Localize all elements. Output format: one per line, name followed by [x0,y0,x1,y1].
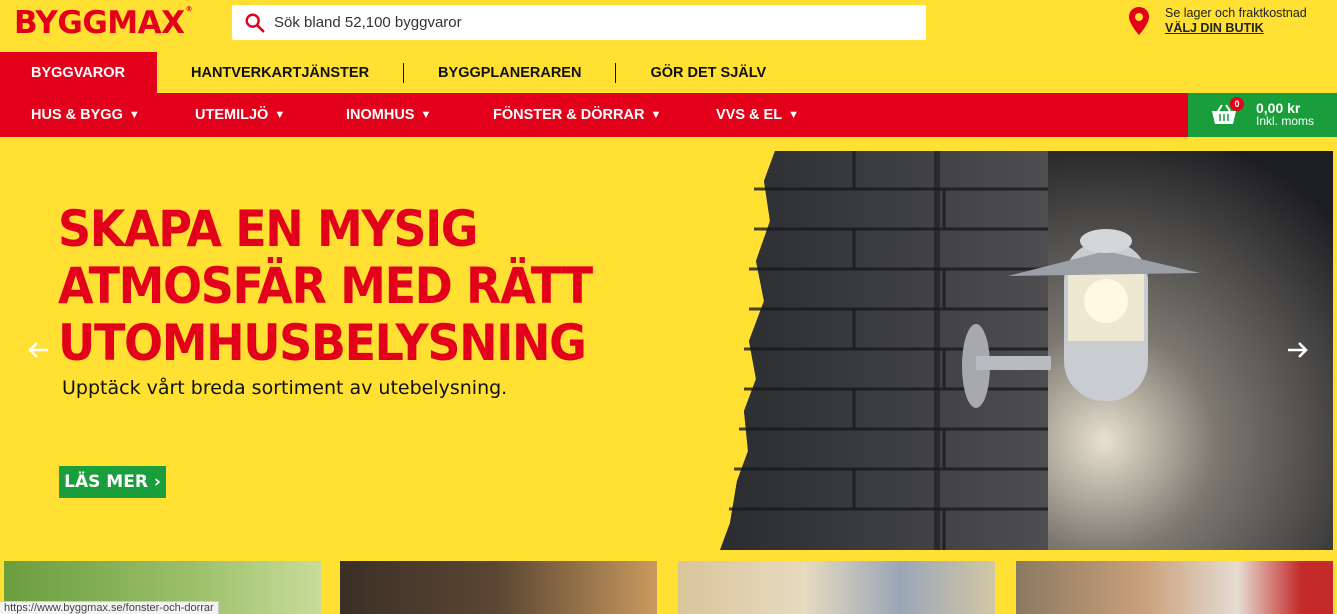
tab-gor-det-sjalv[interactable]: GÖR DET SJÄLV [616,52,800,93]
nav-item-utemiljo[interactable]: UTEMILJÖ ▼ [195,93,285,137]
nav-item-inomhus[interactable]: INOMHUS ▼ [346,93,431,137]
nav-item-hus-bygg[interactable]: HUS & BYGG ▼ [31,93,140,137]
search-icon [245,13,265,33]
search-bar[interactable] [232,5,926,40]
store-info-text: Se lager och fraktkostnad [1165,6,1307,20]
tab-byggplaneraren[interactable]: BYGGPLANERAREN [404,52,615,93]
nav-label: INOMHUS [346,107,415,123]
category-nav: HUS & BYGG ▼ UTEMILJÖ ▼ INOMHUS ▼ FÖNSTER &… [0,93,1337,137]
main-tabs: BYGGVAROR HANTVERKARTJÄNSTER BYGGPLANERA… [0,52,1337,93]
location-pin-icon [1129,7,1149,35]
hero-headline: SKAPA EN MYSIG ATMOSFÄR MED RÄTT UTOMHUS… [58,200,593,372]
headline-line: UTOMHUSBELYSNING [58,314,587,372]
nav-item-fonster-dorrar[interactable]: FÖNSTER & DÖRRAR ▼ [493,93,661,137]
tab-hantverkartjanster[interactable]: HANTVERKARTJÄNSTER [157,52,403,93]
nav-label: FÖNSTER & DÖRRAR [493,107,645,123]
headline-line: SKAPA EN MYSIG [58,200,479,258]
hero-subtitle: Upptäck vårt breda sortiment av utebelys… [62,377,508,399]
basket-icon: 0 [1210,97,1244,126]
nav-item-vvs-el[interactable]: VVS & EL ▼ [716,93,799,137]
chevron-down-icon: ▼ [274,109,286,121]
chevron-down-icon: ▼ [788,109,799,121]
browser-status-url: https://www.byggmax.se/fonster-och-dorra… [0,601,219,614]
tab-byggvaror[interactable]: BYGGVAROR [0,52,157,93]
choose-store-link[interactable]: VÄLJ DIN BUTIK [1165,21,1307,36]
cart-count-badge: 0 [1230,97,1244,111]
headline-line: ATMOSFÄR MED RÄTT [58,257,593,315]
chevron-down-icon: ▼ [420,109,432,121]
cart-button[interactable]: 0 0,00 kr Inkl. moms [1188,93,1337,137]
chevron-down-icon: ▼ [128,109,140,121]
arrow-left-icon[interactable] [26,337,52,363]
byggmax-logo[interactable]: BYGGMAX® [14,5,192,41]
promo-card-interior[interactable] [340,561,657,614]
nav-label: VVS & EL [716,107,783,123]
hero-banner[interactable]: SKAPA EN MYSIG ATMOSFÄR MED RÄTT UTOMHUS… [4,151,1333,550]
store-selector[interactable]: Se lager och fraktkostnad VÄLJ DIN BUTIK [1127,6,1307,36]
nav-label: HUS & BYGG [31,107,123,123]
top-header: BYGGMAX® Se lager och fraktkostnad VÄLJ … [0,0,1337,52]
arrow-right-icon[interactable] [1284,337,1310,363]
chevron-down-icon: ▼ [650,109,662,121]
read-more-button[interactable]: LÄS MER › [59,466,166,498]
nav-label: UTEMILJÖ [195,107,269,123]
promo-card-tools[interactable] [1016,561,1333,614]
cart-moms-label: Inkl. moms [1256,114,1315,128]
promo-card-diy[interactable] [678,561,995,614]
search-input[interactable] [274,14,874,31]
